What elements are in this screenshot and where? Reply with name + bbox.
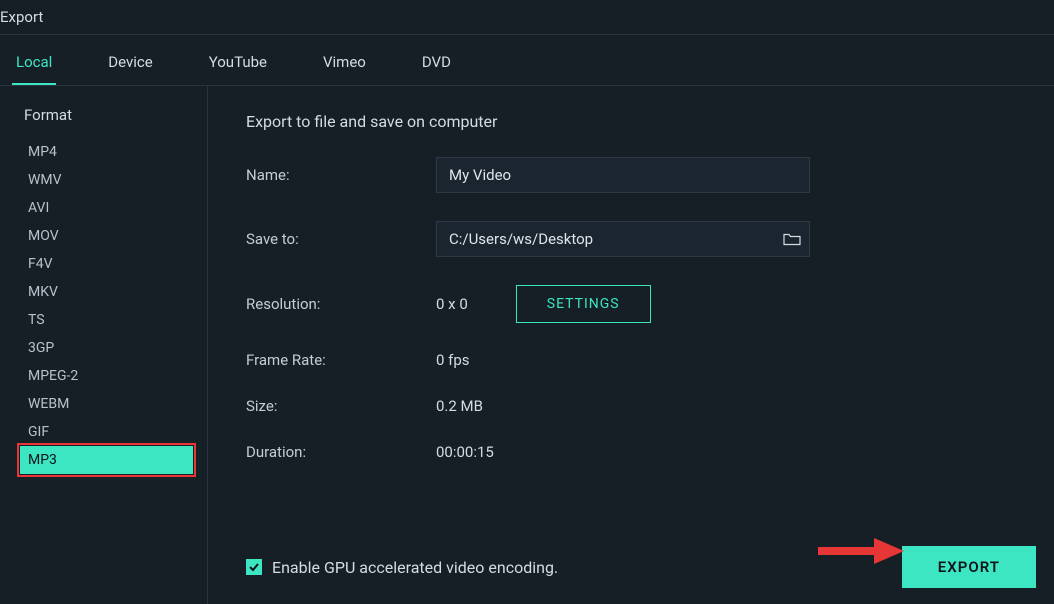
format-item-3gp[interactable]: 3GP — [20, 334, 197, 362]
format-item-f4v[interactable]: F4V — [20, 250, 197, 278]
format-item-ts[interactable]: TS — [20, 306, 197, 334]
size-label: Size: — [246, 397, 436, 415]
settings-button[interactable]: SETTINGS — [516, 285, 651, 323]
format-list: MP4 WMV AVI MOV F4V MKV TS 3GP MPEG-2 WE… — [24, 138, 197, 474]
framerate-value: 0 fps — [436, 351, 470, 369]
tab-device[interactable]: Device — [104, 47, 156, 85]
format-item-mkv[interactable]: MKV — [20, 278, 197, 306]
resolution-label: Resolution: — [246, 295, 436, 313]
save-to-wrap — [436, 221, 810, 257]
name-label: Name: — [246, 166, 436, 184]
gpu-checkbox[interactable] — [246, 559, 262, 575]
tabs: Local Device YouTube Vimeo DVD — [0, 35, 1054, 86]
tab-youtube[interactable]: YouTube — [205, 47, 271, 85]
sidebar-title: Format — [24, 106, 197, 124]
arrow-annotation-icon — [814, 536, 904, 570]
save-to-label: Save to: — [246, 230, 436, 248]
duration-label: Duration: — [246, 443, 436, 461]
format-item-mp4[interactable]: MP4 — [20, 138, 197, 166]
sidebar: Format MP4 WMV AVI MOV F4V MKV TS 3GP MP… — [0, 86, 208, 604]
resolution-value: 0 x 0 — [436, 295, 468, 313]
name-input[interactable] — [436, 157, 810, 193]
format-item-mov[interactable]: MOV — [20, 222, 197, 250]
tab-vimeo[interactable]: Vimeo — [319, 47, 370, 85]
check-icon — [248, 561, 260, 573]
export-button[interactable]: EXPORT — [902, 546, 1036, 588]
format-item-mpeg2[interactable]: MPEG-2 — [20, 362, 197, 390]
framerate-label: Frame Rate: — [246, 351, 436, 369]
size-value: 0.2 MB — [436, 397, 483, 415]
format-item-mp3[interactable]: MP3 — [20, 446, 193, 474]
content: Export to file and save on computer Name… — [208, 86, 1054, 604]
format-item-gif[interactable]: GIF — [20, 418, 197, 446]
content-title: Export to file and save on computer — [246, 112, 1016, 131]
window-title: Export — [0, 0, 1054, 35]
format-item-wmv[interactable]: WMV — [20, 166, 197, 194]
format-item-avi[interactable]: AVI — [20, 194, 197, 222]
duration-value: 00:00:15 — [436, 443, 494, 461]
gpu-checkbox-label: Enable GPU accelerated video encoding. — [272, 558, 558, 577]
tab-local[interactable]: Local — [12, 47, 56, 85]
format-item-webm[interactable]: WEBM — [20, 390, 197, 418]
tab-dvd[interactable]: DVD — [418, 47, 455, 85]
folder-icon[interactable] — [783, 232, 801, 246]
save-to-input[interactable] — [437, 222, 783, 256]
